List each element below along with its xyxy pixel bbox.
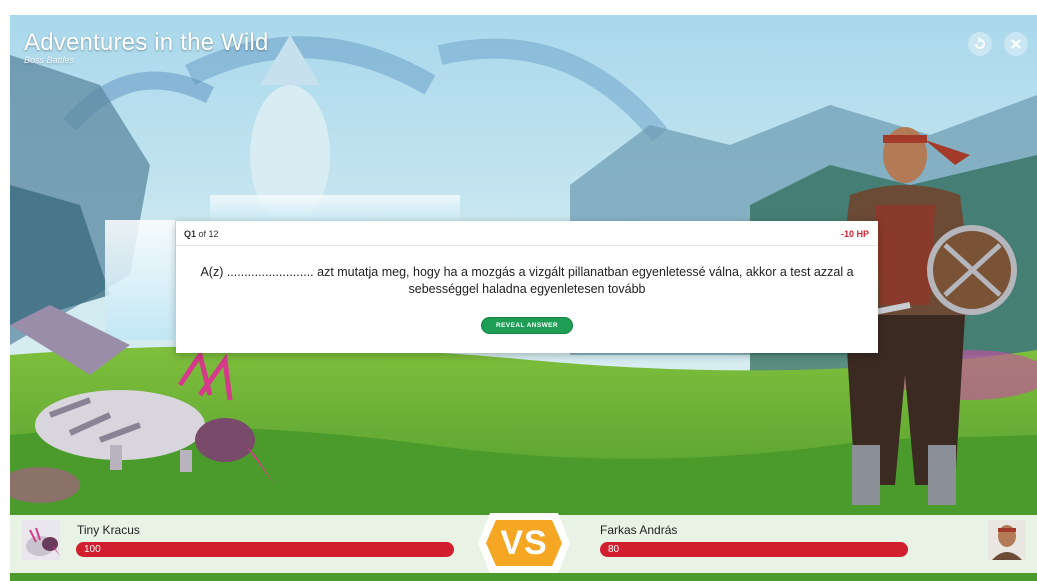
- question-card: Q1 of 12 -10 HP A(z) ...................…: [176, 221, 878, 353]
- close-button[interactable]: [1004, 32, 1028, 56]
- reveal-answer-button[interactable]: REVEAL ANSWER: [481, 317, 573, 334]
- right-player-hp-bar: 80: [600, 542, 908, 557]
- restart-icon: [975, 37, 985, 49]
- restart-button[interactable]: [968, 32, 992, 56]
- vs-label: VS: [500, 523, 548, 562]
- right-player-name: Farkas András: [600, 523, 678, 537]
- game-title: Adventures in the Wild: [24, 29, 269, 56]
- dragon-avatar: [22, 520, 60, 560]
- question-counter: Q1 of 12: [184, 229, 219, 239]
- question-card-header: Q1 of 12 -10 HP: [176, 221, 878, 246]
- question-text: A(z) ......................... azt mutat…: [200, 265, 854, 296]
- hp-penalty: -10 HP: [840, 229, 869, 239]
- close-icon: [1011, 39, 1021, 49]
- question-total: of 12: [198, 229, 219, 239]
- game-frame: Adventures in the Wild Boss Battles Q1 o…: [10, 15, 1037, 581]
- left-player-name: Tiny Kracus: [77, 523, 140, 537]
- battle-status-bar: Tiny Kracus 100 VS Farkas András 80: [10, 513, 1037, 581]
- game-subtitle: Boss Battles: [24, 55, 75, 65]
- left-player-hp-bar: 100: [76, 542, 454, 557]
- question-number: Q1: [184, 229, 197, 239]
- warrior-avatar: [988, 520, 1026, 560]
